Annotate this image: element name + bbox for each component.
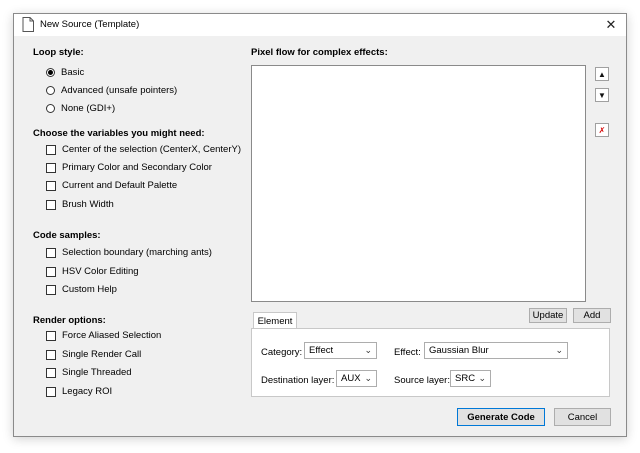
tab-element[interactable]: Element <box>253 312 297 329</box>
checkbox-label: Custom Help <box>62 284 117 295</box>
render-options-heading: Render options: <box>33 315 106 326</box>
radio-button[interactable] <box>46 68 55 77</box>
checkbox-force-aliased[interactable]: Force Aliased Selection <box>46 330 161 341</box>
checkbox-brush-width[interactable]: Brush Width <box>46 199 114 210</box>
category-value: Effect <box>309 345 334 356</box>
radio-none[interactable]: None (GDI+) <box>46 103 115 114</box>
delete-button[interactable]: ✗ <box>595 123 609 137</box>
close-icon: ✕ <box>605 17 617 32</box>
close-button[interactable]: ✕ <box>596 14 626 36</box>
radio-label: Advanced (unsafe pointers) <box>61 85 178 96</box>
code-samples-heading: Code samples: <box>33 230 101 241</box>
checkbox-label: HSV Color Editing <box>62 266 139 277</box>
checkbox[interactable] <box>46 349 56 360</box>
variables-heading: Choose the variables you might need: <box>33 128 205 139</box>
dialog-window: New Source (Template) ✕ Loop style: Basi… <box>13 13 627 437</box>
source-layer-value: SRC <box>455 373 476 384</box>
checkbox-label: Current and Default Palette <box>62 180 178 191</box>
checkbox-label: Primary Color and Secondary Color <box>62 162 212 173</box>
arrow-down-icon: ▼ <box>598 90 606 100</box>
checkbox[interactable] <box>46 386 56 397</box>
element-panel <box>251 328 610 397</box>
checkbox-center[interactable]: Center of the selection (CenterX, Center… <box>46 144 241 155</box>
checkbox[interactable] <box>46 247 56 258</box>
cancel-button[interactable]: Cancel <box>554 408 611 426</box>
checkbox[interactable] <box>46 199 56 210</box>
checkbox-label: Selection boundary (marching ants) <box>62 247 212 258</box>
checkbox-palette[interactable]: Current and Default Palette <box>46 180 177 191</box>
checkbox[interactable] <box>46 367 56 378</box>
source-layer-select[interactable]: SRC ⌄ <box>450 370 491 387</box>
radio-basic[interactable]: Basic <box>46 67 84 78</box>
radio-advanced[interactable]: Advanced (unsafe pointers) <box>46 85 177 96</box>
effect-value: Gaussian Blur <box>429 345 489 356</box>
update-button[interactable]: Update <box>529 308 567 323</box>
checkbox[interactable] <box>46 180 56 191</box>
radio-label: None (GDI+) <box>61 103 116 114</box>
checkbox-hsv[interactable]: HSV Color Editing <box>46 266 139 277</box>
loop-style-heading: Loop style: <box>33 47 84 58</box>
destination-layer-select[interactable]: AUX ⌄ <box>336 370 377 387</box>
checkbox-colors[interactable]: Primary Color and Secondary Color <box>46 162 212 173</box>
arrow-up-icon: ▲ <box>598 69 606 79</box>
checkbox-single-threaded[interactable]: Single Threaded <box>46 367 132 378</box>
title-bar: New Source (Template) ✕ <box>14 14 626 36</box>
checkbox[interactable] <box>46 284 56 295</box>
checkbox[interactable] <box>46 144 56 155</box>
window-title: New Source (Template) <box>40 19 140 30</box>
radio-button[interactable] <box>46 104 55 113</box>
checkbox[interactable] <box>46 162 56 173</box>
delete-x-icon: ✗ <box>598 125 606 135</box>
chevron-down-icon: ⌄ <box>364 345 372 355</box>
checkbox-label: Center of the selection (CenterX, Center… <box>62 144 242 155</box>
move-down-button[interactable]: ▼ <box>595 88 609 102</box>
destination-layer-value: AUX <box>341 373 361 384</box>
checkbox-label: Legacy ROI <box>62 386 113 397</box>
checkbox-label: Force Aliased Selection <box>62 330 162 341</box>
destination-layer-label: Destination layer: <box>261 375 335 386</box>
checkbox-marching-ants[interactable]: Selection boundary (marching ants) <box>46 247 212 258</box>
pixel-flow-list[interactable] <box>251 65 586 302</box>
effect-label: Effect: <box>394 347 421 358</box>
category-label: Category: <box>261 347 303 358</box>
chevron-down-icon: ⌄ <box>364 373 372 383</box>
checkbox[interactable] <box>46 330 56 341</box>
checkbox-label: Single Render Call <box>62 349 142 360</box>
document-icon <box>22 17 34 32</box>
pixel-flow-heading: Pixel flow for complex effects: <box>251 47 388 58</box>
chevron-down-icon: ⌄ <box>478 373 486 383</box>
chevron-down-icon: ⌄ <box>555 345 563 355</box>
checkbox-single-render[interactable]: Single Render Call <box>46 349 141 360</box>
checkbox-legacy-roi[interactable]: Legacy ROI <box>46 386 112 397</box>
checkbox[interactable] <box>46 266 56 277</box>
category-select[interactable]: Effect ⌄ <box>304 342 377 359</box>
move-up-button[interactable]: ▲ <box>595 67 609 81</box>
checkbox-label: Brush Width <box>62 199 114 210</box>
effect-select[interactable]: Gaussian Blur ⌄ <box>424 342 568 359</box>
add-button[interactable]: Add <box>573 308 611 323</box>
radio-button[interactable] <box>46 86 55 95</box>
generate-code-button[interactable]: Generate Code <box>457 408 545 426</box>
source-layer-label: Source layer: <box>394 375 450 386</box>
checkbox-label: Single Threaded <box>62 367 132 378</box>
checkbox-custom-help[interactable]: Custom Help <box>46 284 117 295</box>
radio-label: Basic <box>61 67 85 78</box>
